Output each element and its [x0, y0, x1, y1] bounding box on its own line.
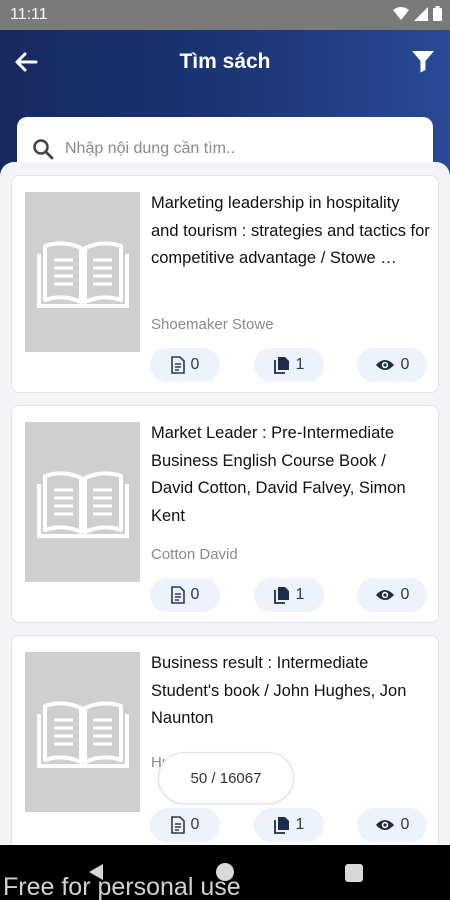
document-icon	[170, 816, 185, 834]
book-list[interactable]: Marketing leadership in hospitality and …	[0, 162, 450, 845]
book-card[interactable]: Business result : Intermediate Student's…	[11, 635, 439, 845]
copies-count: 1	[254, 578, 324, 612]
views-count: 0	[357, 578, 427, 612]
copies-icon	[273, 587, 289, 604]
battery-icon	[433, 6, 442, 21]
copies-icon	[273, 817, 289, 834]
search-icon	[33, 138, 54, 159]
copies-count-value: 1	[295, 356, 305, 373]
document-icon	[170, 586, 185, 604]
documents-count: 0	[150, 348, 220, 382]
document-icon	[170, 356, 185, 374]
book-cover-placeholder	[25, 422, 140, 582]
open-book-icon	[36, 471, 129, 538]
views-count-value: 0	[400, 586, 410, 603]
app-header: Tìm sách	[0, 30, 450, 180]
pagination-indicator: 50 / 16067	[158, 752, 294, 804]
eye-icon	[375, 360, 394, 370]
copies-count-value: 1	[295, 816, 305, 833]
nav-recent-apps-icon[interactable]	[345, 864, 363, 882]
book-card[interactable]: Market Leader : Pre-Intermediate Busines…	[11, 405, 439, 623]
open-book-icon	[36, 701, 129, 768]
documents-count: 0	[150, 578, 220, 612]
status-time: 11:11	[10, 6, 48, 23]
views-count: 0	[357, 808, 427, 842]
book-cover-placeholder	[25, 192, 140, 352]
documents-count-value: 0	[190, 816, 200, 833]
book-author: Shoemaker Stowe	[151, 316, 274, 333]
documents-count: 0	[150, 808, 220, 842]
book-title[interactable]: Business result : Intermediate Student's…	[151, 650, 431, 733]
filter-icon[interactable]	[410, 48, 436, 74]
views-count: 0	[357, 348, 427, 382]
book-card[interactable]: Marketing leadership in hospitality and …	[11, 175, 439, 393]
eye-icon	[375, 820, 394, 830]
book-title[interactable]: Market Leader : Pre-Intermediate Busines…	[151, 420, 431, 530]
status-bar: 11:11	[0, 0, 450, 30]
book-title[interactable]: Marketing leadership in hospitality and …	[151, 190, 431, 273]
book-author: Cotton David	[151, 546, 238, 563]
documents-count-value: 0	[190, 586, 200, 603]
book-cover-placeholder	[25, 652, 140, 812]
copies-icon	[273, 357, 289, 374]
wifi-icon	[393, 6, 409, 20]
signal-icon	[414, 6, 428, 21]
copies-count: 1	[254, 808, 324, 842]
views-count-value: 0	[400, 356, 410, 373]
search-input[interactable]	[65, 139, 405, 158]
copies-count: 1	[254, 348, 324, 382]
views-count-value: 0	[400, 816, 410, 833]
page-title: Tìm sách	[179, 50, 271, 73]
copies-count-value: 1	[295, 586, 305, 603]
open-book-icon	[36, 241, 129, 308]
status-icons	[393, 6, 442, 21]
documents-count-value: 0	[190, 356, 200, 373]
watermark: Free for personal use	[3, 873, 241, 900]
eye-icon	[375, 590, 394, 600]
